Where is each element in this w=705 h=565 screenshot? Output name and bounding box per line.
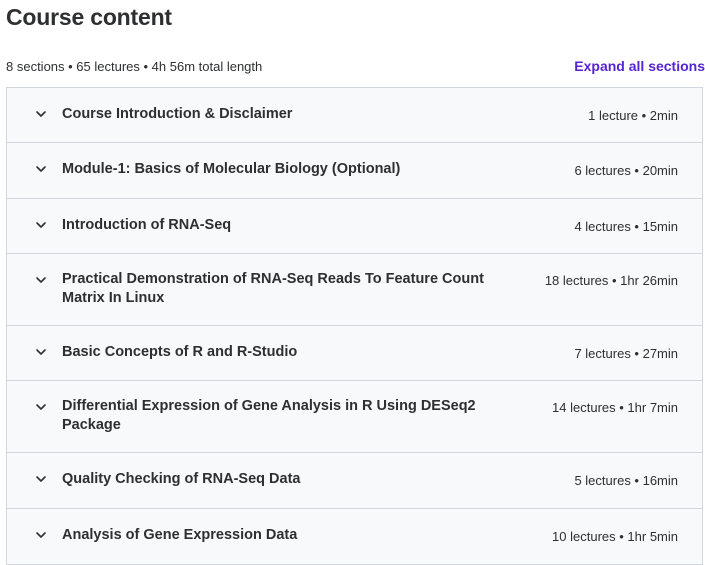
section-lecture-info: 4 lectures • 15min xyxy=(574,219,678,234)
section-lecture-info: 6 lectures • 20min xyxy=(574,163,678,178)
expand-all-sections-button[interactable]: Expand all sections xyxy=(574,58,705,74)
section-title: Basic Concepts of R and R-Studio xyxy=(62,344,298,360)
section-row[interactable]: Basic Concepts of R and R-Studio 7 lectur… xyxy=(7,326,702,381)
chevron-down-icon[interactable] xyxy=(35,108,47,120)
section-row[interactable]: Course Introduction & Disclaimer 1 lectur… xyxy=(7,88,702,143)
chevron-down-icon[interactable] xyxy=(35,401,47,413)
chevron-down-icon[interactable] xyxy=(35,529,47,541)
course-meta-row: 8 sections • 65 lectures • 4h 56m total … xyxy=(6,58,705,78)
section-lecture-info: 1 lecture • 2min xyxy=(588,108,678,123)
course-summary: 8 sections • 65 lectures • 4h 56m total … xyxy=(6,59,263,74)
section-row[interactable]: Analysis of Gene Expression Data 10 lectu… xyxy=(7,509,702,564)
section-lecture-info: 10 lectures • 1hr 5min xyxy=(552,529,678,544)
section-row[interactable]: Module-1: Basics of Molecular Biology (O… xyxy=(7,143,702,199)
chevron-down-icon[interactable] xyxy=(35,346,47,358)
section-row[interactable]: Differential Expression of Gene Analysis… xyxy=(7,381,702,453)
chevron-down-icon[interactable] xyxy=(35,163,47,175)
section-lecture-info: 5 lectures • 16min xyxy=(574,473,678,488)
page-title: Course content xyxy=(6,4,172,30)
section-title: Quality Checking of RNA-Seq Data xyxy=(62,471,301,487)
chevron-down-icon[interactable] xyxy=(35,473,47,485)
section-title: Module-1: Basics of Molecular Biology (O… xyxy=(62,161,401,177)
section-lecture-info: 18 lectures • 1hr 26min xyxy=(544,273,678,288)
section-title: Analysis of Gene Expression Data xyxy=(62,527,298,543)
section-row[interactable]: Quality Checking of RNA-Seq Data 5 lectur… xyxy=(7,453,702,509)
section-title: Differential Expression of Gene Analysis… xyxy=(62,398,476,433)
section-title: Course Introduction & Disclaimer xyxy=(62,106,293,122)
section-title: Practical Demonstration of RNA-Seq Reads… xyxy=(62,271,484,306)
sections-list: Course Introduction & Disclaimer 1 lectur… xyxy=(6,87,703,565)
chevron-down-icon[interactable] xyxy=(35,219,47,231)
section-lecture-info: 7 lectures • 27min xyxy=(574,346,678,361)
section-title: Introduction of RNA-Seq xyxy=(62,217,232,233)
section-row[interactable]: Practical Demonstration of RNA-Seq Reads… xyxy=(7,254,702,326)
section-lecture-info: 14 lectures • 1hr 7min xyxy=(552,400,678,415)
chevron-down-icon[interactable] xyxy=(35,274,47,286)
section-row[interactable]: Introduction of RNA-Seq 4 lectures • 15mi… xyxy=(7,199,702,254)
